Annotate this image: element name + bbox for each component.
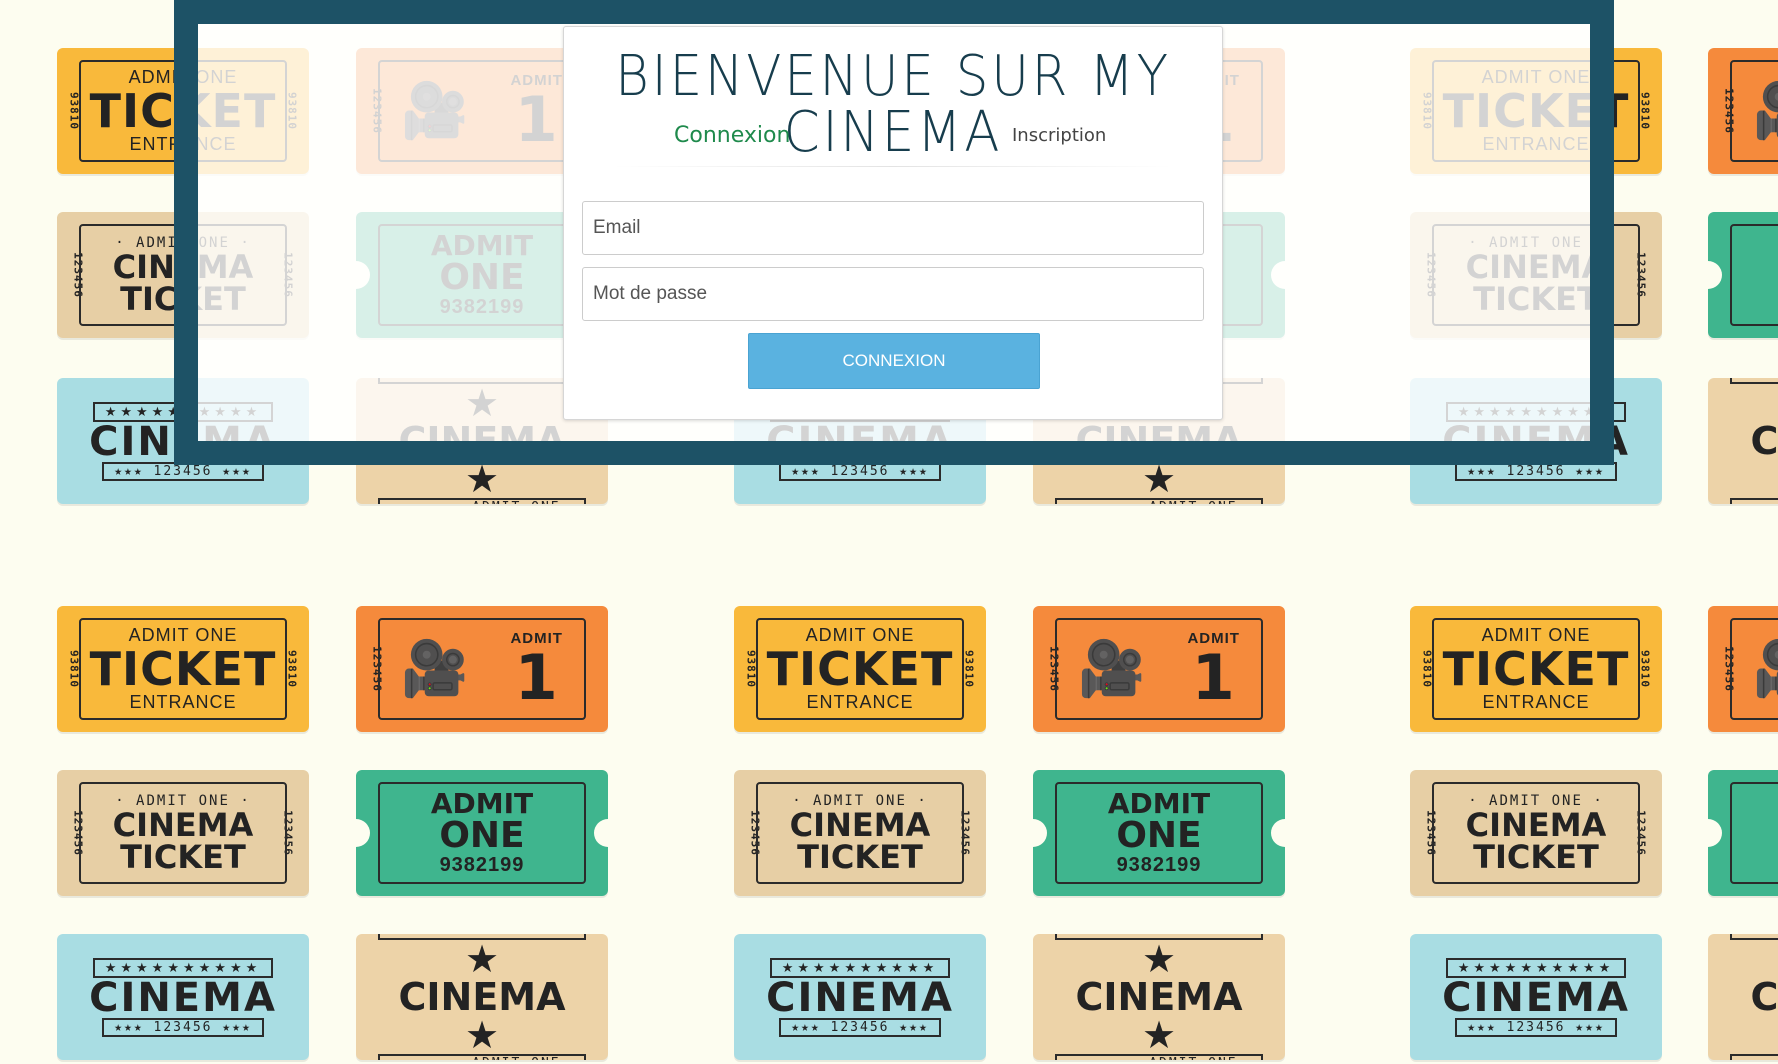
ticket-orange: 123456🎥ADMIT1 xyxy=(1033,606,1285,732)
ticket-sand: ········ TICKET ········★ CINEMA ★······… xyxy=(356,934,608,1060)
login-button[interactable]: CONNEXION xyxy=(748,333,1040,389)
ticket-yellow: 9381093810ADMIT ONETICKETENTRANCE xyxy=(1410,606,1662,732)
ticket-blue: ★★★★★★★★★★CINEMA★★★ 123456 ★★★ xyxy=(1410,934,1662,1060)
ticket-orange: 123456🎥ADMIT1 xyxy=(1708,606,1778,732)
ticket-sand: ········ TICKET ········★ CINEMA ★······… xyxy=(1033,934,1285,1060)
ticket-green: ADMITONE9382199 xyxy=(356,770,608,896)
ticket-green: ADMITONE9382199 xyxy=(1708,770,1778,896)
ticket-yellow: 9381093810ADMIT ONETICKETENTRANCE xyxy=(734,606,986,732)
ticket-orange: 123456🎥ADMIT1 xyxy=(356,606,608,732)
ticket-blue: ★★★★★★★★★★CINEMA★★★ 123456 ★★★ xyxy=(734,934,986,1060)
ticket-green: ADMITONE9382199 xyxy=(1033,770,1285,896)
tab-login[interactable]: Connexion xyxy=(674,123,790,148)
ticket-sand: ········ TICKET ········★ CINEMA ★······… xyxy=(1708,378,1778,504)
login-card: BIENVENUE SUR MY CINEMA Connexion Inscri… xyxy=(563,26,1223,420)
password-field[interactable] xyxy=(582,267,1204,321)
tab-divider xyxy=(614,166,1172,167)
tab-signup[interactable]: Inscription xyxy=(1012,125,1106,146)
ticket-yellow: 9381093810ADMIT ONETICKETENTRANCE xyxy=(57,606,309,732)
ticket-green: ADMITONE9382199 xyxy=(1708,212,1778,338)
ticket-tan: 123456123456· ADMIT ONE ·CINEMATICKET xyxy=(1410,770,1662,896)
ticket-tan: 123456123456· ADMIT ONE ·CINEMATICKET xyxy=(57,770,309,896)
email-field[interactable] xyxy=(582,201,1204,255)
ticket-sand: ········ TICKET ········★ CINEMA ★······… xyxy=(1708,934,1778,1060)
ticket-blue: ★★★★★★★★★★CINEMA★★★ 123456 ★★★ xyxy=(57,934,309,1060)
ticket-tan: 123456123456· ADMIT ONE ·CINEMATICKET xyxy=(734,770,986,896)
ticket-orange: 123456🎥ADMIT1 xyxy=(1708,48,1778,174)
